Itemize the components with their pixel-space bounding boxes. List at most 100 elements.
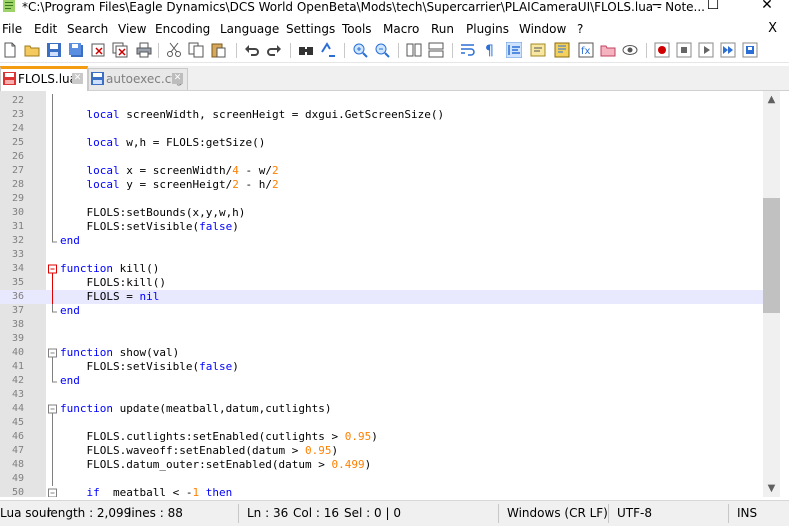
- close-document-button[interactable]: X: [768, 21, 777, 36]
- tab-close-icon[interactable]: ✕: [72, 73, 83, 84]
- code-text: FLOLS.cutlights:setEnabled(cutlights > 0…: [60, 430, 378, 443]
- sync-horizontal-icon[interactable]: [428, 42, 444, 58]
- code-line[interactable]: 48 FLOLS.datum_outer:setEnabled(datum > …: [0, 458, 763, 472]
- menu-language[interactable]: Language: [220, 21, 279, 37]
- code-line[interactable]: 24: [0, 122, 763, 136]
- code-line[interactable]: 23 local screenWidth, screenHeigt = dxgu…: [0, 108, 763, 122]
- menu-macro[interactable]: Macro: [383, 21, 419, 37]
- cut-icon[interactable]: [166, 42, 182, 58]
- code-line[interactable]: 45: [0, 416, 763, 430]
- code-line[interactable]: 43: [0, 388, 763, 402]
- status-eol-format[interactable]: Windows (CR LF): [507, 506, 608, 520]
- doc-map-icon[interactable]: [554, 42, 570, 58]
- record-macro-icon[interactable]: [654, 42, 670, 58]
- folder-workspace-icon[interactable]: [600, 42, 616, 58]
- paste-icon[interactable]: [210, 42, 226, 58]
- redo-icon[interactable]: [266, 42, 282, 58]
- zoom-out-icon[interactable]: [374, 42, 390, 58]
- run-macro-multiple-icon[interactable]: [720, 42, 736, 58]
- word-wrap-icon[interactable]: [460, 42, 476, 58]
- replace-icon[interactable]: [320, 42, 336, 58]
- menu-view[interactable]: View: [118, 21, 146, 37]
- status-insert-mode[interactable]: INS: [737, 506, 757, 520]
- open-file-icon[interactable]: [24, 42, 40, 58]
- code-line[interactable]: 47 FLOLS.waveoff:setEnabled(datum > 0.95…: [0, 444, 763, 458]
- line-number: 40: [11, 347, 24, 358]
- menu-file[interactable]: File: [2, 21, 22, 37]
- code-line[interactable]: 49: [0, 472, 763, 486]
- save-icon[interactable]: [46, 42, 62, 58]
- scroll-down-arrow-icon[interactable]: ▼: [763, 480, 780, 497]
- code-line[interactable]: 25 local w,h = FLOLS:getSize(): [0, 136, 763, 150]
- code-line[interactable]: 39: [0, 332, 763, 346]
- tab-close-icon[interactable]: ✕: [172, 73, 183, 84]
- code-line[interactable]: 37 end: [0, 304, 763, 318]
- indent-guide-icon[interactable]: [506, 42, 522, 58]
- code-line[interactable]: 26: [0, 150, 763, 164]
- code-line[interactable]: 33: [0, 248, 763, 262]
- tab-autoexec-cfg[interactable]: autoexec.cfg ✕: [88, 68, 188, 90]
- sync-vertical-icon[interactable]: [406, 42, 422, 58]
- menu-search[interactable]: Search: [67, 21, 108, 37]
- code-editor[interactable]: 22 23 local screenWidth, screenHeigt = dx…: [0, 91, 763, 497]
- new-file-icon[interactable]: [2, 42, 18, 58]
- menu-tools[interactable]: Tools: [342, 21, 372, 37]
- tab-label: FLOLS.lua: [18, 72, 78, 86]
- find-icon[interactable]: [298, 42, 314, 58]
- close-icon[interactable]: [90, 42, 106, 58]
- code-line[interactable]: 32 end: [0, 234, 763, 248]
- code-line[interactable]: 46 FLOLS.cutlights:setEnabled(cutlights …: [0, 430, 763, 444]
- save-macro-icon[interactable]: [742, 42, 758, 58]
- code-line[interactable]: 28 local y = screenHeigt/2 - h/2: [0, 178, 763, 192]
- code-line[interactable]: 50 if meatball < -1 then: [0, 486, 763, 497]
- code-line[interactable]: 34 function kill(): [0, 262, 763, 276]
- undo-icon[interactable]: [244, 42, 260, 58]
- menu-settings[interactable]: Settings: [286, 21, 335, 37]
- save-all-icon[interactable]: [68, 42, 84, 58]
- code-line[interactable]: 38: [0, 318, 763, 332]
- show-all-chars-icon[interactable]: ¶: [482, 42, 498, 58]
- function-list-icon[interactable]: fx: [578, 42, 594, 58]
- tab-flols-lua[interactable]: FLOLS.lua ✕: [0, 66, 88, 92]
- copy-icon[interactable]: [188, 42, 204, 58]
- menu-plugins[interactable]: Plugins: [466, 21, 509, 37]
- menu-run[interactable]: Run: [431, 21, 454, 37]
- menu-encoding[interactable]: Encoding: [155, 21, 210, 37]
- play-macro-icon[interactable]: [698, 42, 714, 58]
- fold-marker-icon[interactable]: [48, 262, 58, 276]
- code-line[interactable]: 42 end: [0, 374, 763, 388]
- code-line[interactable]: 44 function update(meatball,datum,cutligh…: [0, 402, 763, 416]
- language-udl-icon[interactable]: [530, 42, 546, 58]
- menu-window[interactable]: Window: [519, 21, 566, 37]
- fold-marker-icon[interactable]: [48, 346, 58, 360]
- monitoring-icon[interactable]: [622, 42, 638, 58]
- menu-help[interactable]: ?: [577, 21, 583, 37]
- vertical-scrollbar[interactable]: ▲ ▼: [763, 91, 780, 497]
- code-line[interactable]: 36 FLOLS = nil: [0, 290, 763, 304]
- zoom-in-icon[interactable]: [352, 42, 368, 58]
- status-encoding[interactable]: UTF-8: [617, 506, 652, 520]
- code-line[interactable]: 27 local x = screenWidth/4 - w/2: [0, 164, 763, 178]
- code-line[interactable]: 40 function show(val): [0, 346, 763, 360]
- menu-edit[interactable]: Edit: [34, 21, 57, 37]
- maximize-button[interactable]: ☐: [691, 0, 735, 14]
- line-number: 49: [11, 473, 24, 484]
- code-line[interactable]: 29: [0, 192, 763, 206]
- print-icon[interactable]: [136, 42, 152, 58]
- scroll-up-arrow-icon[interactable]: ▲: [763, 91, 780, 108]
- code-line[interactable]: 31 FLOLS:setVisible(false): [0, 220, 763, 234]
- fold-marker-icon[interactable]: [48, 402, 58, 416]
- scrollbar-thumb[interactable]: [763, 198, 780, 313]
- close-window-button[interactable]: ✕: [745, 0, 789, 14]
- code-line[interactable]: 35 FLOLS:kill(): [0, 276, 763, 290]
- stop-macro-icon[interactable]: [676, 42, 692, 58]
- close-all-icon[interactable]: [112, 42, 128, 58]
- code-line[interactable]: 41 FLOLS:setVisible(false): [0, 360, 763, 374]
- code-line[interactable]: 30 FLOLS:setBounds(x,y,w,h): [0, 206, 763, 220]
- fold-marker-icon[interactable]: [48, 486, 58, 497]
- fold-line: [52, 94, 53, 108]
- code-line[interactable]: 22: [0, 94, 763, 108]
- line-number: 29: [11, 193, 24, 204]
- minimize-button[interactable]: −: [635, 0, 679, 14]
- toolbar-separator: [398, 43, 399, 58]
